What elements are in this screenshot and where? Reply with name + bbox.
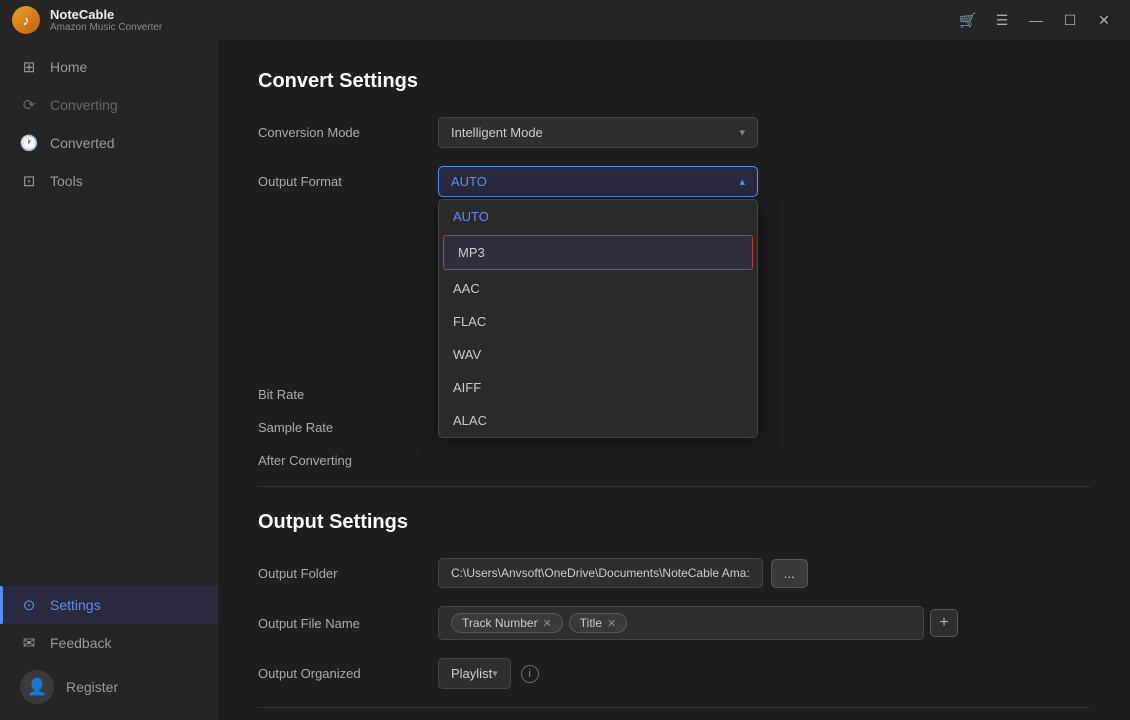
sidebar-label-converted: Converted [50, 135, 115, 151]
after-converting-row: After Converting [258, 453, 1090, 468]
tag-title-close[interactable]: ✕ [607, 617, 616, 630]
output-organized-value: Playlist [451, 666, 492, 681]
content-area: Convert Settings Conversion Mode Intelli… [218, 40, 1130, 720]
dropdown-item-aiff[interactable]: AIFF [439, 371, 757, 404]
sidebar-label-converting: Converting [50, 97, 118, 113]
sidebar-item-tools[interactable]: ⊡ Tools [0, 162, 218, 200]
output-format-dropdown: AUTO MP3 AAC FLAC WAV AIFF ALAC [438, 199, 758, 438]
tag-track-number[interactable]: Track Number ✕ [451, 613, 563, 633]
output-organized-row: Output Organized Playlist ▾ i [258, 658, 1090, 689]
output-format-value: AUTO [451, 174, 487, 189]
output-format-row: Output Format AUTO ▴ AUTO MP3 AAC FLAC W… [258, 166, 1090, 197]
output-file-name-control: Track Number ✕ Title ✕ + [438, 606, 958, 640]
output-format-label: Output Format [258, 174, 438, 189]
app-subtitle: Amazon Music Converter [50, 22, 162, 33]
conversion-mode-row: Conversion Mode Intelligent Mode ▾ [258, 117, 1090, 148]
output-folder-input[interactable]: C:\Users\Anvsoft\OneDrive\Documents\Note… [438, 558, 763, 588]
conversion-mode-select[interactable]: Intelligent Mode ▾ [438, 117, 758, 148]
sidebar-label-settings: Settings [50, 597, 101, 613]
dropdown-item-aac[interactable]: AAC [439, 272, 757, 305]
sidebar-item-register[interactable]: 👤 Register [0, 662, 218, 712]
section-divider-1 [258, 486, 1090, 487]
sidebar-item-settings[interactable]: ⊙ Settings [0, 586, 218, 624]
output-file-name-row: Output File Name Track Number ✕ Title ✕ … [258, 606, 1090, 640]
dropdown-item-wav[interactable]: WAV [439, 338, 757, 371]
convert-settings-title: Convert Settings [258, 70, 1090, 93]
conversion-mode-value: Intelligent Mode [451, 125, 543, 140]
tag-track-number-close[interactable]: ✕ [543, 617, 552, 630]
sidebar: ⊞ Home ⟳ Converting 🕐 Converted ⊡ Tools … [0, 40, 218, 720]
section-divider-2 [258, 707, 1090, 708]
output-folder-value: C:\Users\Anvsoft\OneDrive\Documents\Note… [451, 566, 750, 580]
bit-rate-label: Bit Rate [258, 387, 438, 402]
tags-box: Track Number ✕ Title ✕ [438, 606, 924, 640]
output-settings-title: Output Settings [258, 511, 1090, 534]
output-folder-control: C:\Users\Anvsoft\OneDrive\Documents\Note… [438, 558, 808, 588]
sidebar-item-home[interactable]: ⊞ Home [0, 48, 218, 86]
output-folder-label: Output Folder [258, 566, 438, 581]
converted-icon: 🕐 [20, 134, 38, 152]
dropdown-item-mp3[interactable]: MP3 [443, 235, 753, 270]
window-controls: 🛒 ☰ — ☐ ✕ [954, 6, 1118, 34]
dropdown-item-auto[interactable]: AUTO [439, 200, 757, 233]
browse-folder-button[interactable]: ... [771, 559, 808, 588]
converting-icon: ⟳ [20, 96, 38, 114]
conversion-mode-control: Intelligent Mode ▾ [438, 117, 758, 148]
conversion-mode-label: Conversion Mode [258, 125, 438, 140]
sidebar-item-feedback[interactable]: ✉ Feedback [0, 624, 218, 662]
sidebar-label-home: Home [50, 59, 87, 75]
app-branding: ♪ NoteCable Amazon Music Converter [12, 6, 162, 34]
sidebar-label-register: Register [66, 679, 118, 695]
maximize-button[interactable]: ☐ [1056, 6, 1084, 34]
minimize-button[interactable]: — [1022, 6, 1050, 34]
output-organized-control: Playlist ▾ i [438, 658, 539, 689]
avatar: 👤 [20, 670, 54, 704]
app-name: NoteCable [50, 7, 162, 22]
chevron-up-icon: ▴ [739, 175, 745, 188]
sidebar-item-converted[interactable]: 🕐 Converted [0, 124, 218, 162]
sample-rate-label: Sample Rate [258, 420, 438, 435]
output-organized-label: Output Organized [258, 666, 438, 681]
chevron-down-icon: ▾ [739, 126, 745, 139]
tag-track-number-label: Track Number [462, 616, 538, 630]
app-title-group: NoteCable Amazon Music Converter [50, 7, 162, 33]
add-tag-button[interactable]: + [930, 609, 958, 637]
tag-title-label: Title [580, 616, 602, 630]
title-bar: ♪ NoteCable Amazon Music Converter 🛒 ☰ —… [0, 0, 1130, 40]
feedback-icon: ✉ [20, 634, 38, 652]
output-folder-row: Output Folder C:\Users\Anvsoft\OneDrive\… [258, 558, 1090, 588]
menu-button[interactable]: ☰ [988, 6, 1016, 34]
main-layout: ⊞ Home ⟳ Converting 🕐 Converted ⊡ Tools … [0, 40, 1130, 720]
tools-icon: ⊡ [20, 172, 38, 190]
dropdown-item-flac[interactable]: FLAC [439, 305, 757, 338]
chevron-down-icon-2: ▾ [492, 667, 498, 680]
settings-icon: ⊙ [20, 596, 38, 614]
close-button[interactable]: ✕ [1090, 6, 1118, 34]
sidebar-label-feedback: Feedback [50, 635, 111, 651]
after-converting-label: After Converting [258, 453, 438, 468]
home-icon: ⊞ [20, 58, 38, 76]
info-icon[interactable]: i [521, 665, 539, 683]
app-logo: ♪ [12, 6, 40, 34]
tag-title[interactable]: Title ✕ [569, 613, 627, 633]
sidebar-bottom: ⊙ Settings ✉ Feedback 👤 Register [0, 586, 218, 712]
output-file-name-label: Output File Name [258, 616, 438, 631]
dropdown-item-alac[interactable]: ALAC [439, 404, 757, 437]
output-format-select[interactable]: AUTO ▴ [438, 166, 758, 197]
output-organized-select[interactable]: Playlist ▾ [438, 658, 511, 689]
sidebar-label-tools: Tools [50, 173, 83, 189]
cart-button[interactable]: 🛒 [954, 6, 982, 34]
sidebar-item-converting[interactable]: ⟳ Converting [0, 86, 218, 124]
output-format-control: AUTO ▴ AUTO MP3 AAC FLAC WAV AIFF ALAC [438, 166, 758, 197]
